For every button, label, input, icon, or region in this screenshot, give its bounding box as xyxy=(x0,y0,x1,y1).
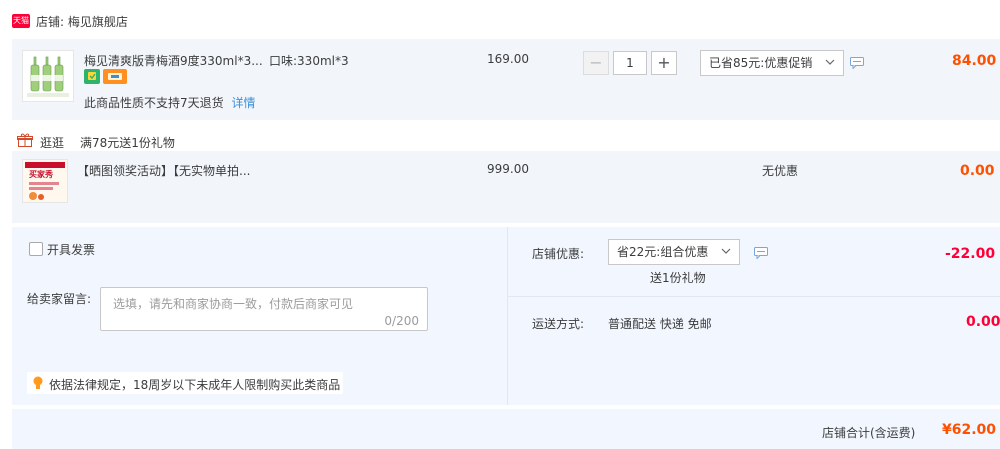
message-label: 给卖家留言: xyxy=(27,292,92,306)
panel-divider xyxy=(507,296,1000,297)
quantity-input[interactable]: 1 xyxy=(613,51,647,75)
shop-label: 店铺: xyxy=(36,15,65,29)
certified-icon xyxy=(84,69,100,84)
shop-header: 店铺: 梅见旗舰店 xyxy=(36,13,128,30)
gift-item-title-link[interactable]: 【晒图领奖活动】【无实物单拍... xyxy=(77,162,250,179)
panel-divider xyxy=(507,227,508,405)
gift-thumb-text: 买家秀 xyxy=(29,170,53,179)
shop-total-label: 店铺合计(含运费) xyxy=(822,426,916,440)
shop-discount-amount: -22.00 xyxy=(945,246,996,262)
gift-label: 逛逛 xyxy=(40,136,65,150)
chevron-down-icon xyxy=(721,248,731,254)
return-policy-text: 此商品性质不支持7天退货 xyxy=(84,96,224,110)
shop-discount-gift: 送1份礼物 xyxy=(650,271,706,285)
discount-info-icon[interactable] xyxy=(754,247,768,262)
item-promo-value: 已省85元:优惠促销 xyxy=(709,56,813,70)
buyer-show-image xyxy=(23,160,67,202)
shop-name-link[interactable]: 梅见旗舰店 xyxy=(68,15,128,29)
shop-discount-select[interactable]: 省22元:组合优惠 xyxy=(608,239,740,265)
tmall-badge-icon: 天猫 xyxy=(12,14,30,28)
gift-promo: 无优惠 xyxy=(762,164,799,178)
chevron-down-icon xyxy=(825,59,835,65)
seller-message-field[interactable]: 选填，请先和商家协商一致，付款后商家可见 0/200 xyxy=(100,287,428,331)
quantity-increase-button[interactable]: + xyxy=(651,51,677,75)
gift-thumbnail[interactable]: 买家秀 xyxy=(22,159,68,203)
promo-info-icon[interactable] xyxy=(850,57,864,72)
item-sku: 口味:330ml*3 xyxy=(269,54,349,68)
bottles-image xyxy=(23,51,73,101)
gift-desc: 满78元送1份礼物 xyxy=(80,136,175,150)
item-promo-select[interactable]: 已省85元:优惠促销 xyxy=(700,50,844,76)
gift-unit-price: 999.00 xyxy=(487,162,529,176)
message-placeholder: 选填，请先和商家协商一致，付款后商家可见 xyxy=(113,297,354,311)
invoice-checkbox[interactable] xyxy=(29,242,43,256)
item-unit-price: 169.00 xyxy=(487,52,529,66)
invoice-label: 开具发票 xyxy=(47,243,96,257)
age-notice-text: 依据法律规定，18周岁以下未成年人限制购买此类商品 xyxy=(49,378,341,392)
age-notice: 依据法律规定，18周岁以下未成年人限制购买此类商品 xyxy=(27,372,343,394)
item-total: 84.00 xyxy=(952,53,997,69)
message-counter: 0/200 xyxy=(384,314,419,328)
shipping-label: 运送方式: xyxy=(532,317,585,331)
policy-details-link[interactable]: 详情 xyxy=(231,96,255,110)
shop-discount-label: 店铺优惠: xyxy=(532,247,585,261)
coupon-icon xyxy=(103,69,127,84)
shipping-amount: 0.00 xyxy=(966,314,1000,330)
lightbulb-icon xyxy=(33,376,43,389)
shop-discount-value: 省22元:组合优惠 xyxy=(617,245,709,259)
shop-total-value: ¥62.00 xyxy=(942,422,997,438)
gift-icon xyxy=(17,132,33,151)
shipping-method: 普通配送 快递 免邮 xyxy=(608,317,712,331)
item-title-link[interactable]: 梅见清爽版青梅酒9度330ml*3... xyxy=(84,52,263,69)
product-thumbnail[interactable] xyxy=(22,50,74,102)
quantity-decrease-button[interactable]: − xyxy=(583,51,609,75)
return-policy-note: 此商品性质不支持7天退货 详情 xyxy=(84,94,255,111)
gift-item-total: 0.00 xyxy=(960,163,995,179)
